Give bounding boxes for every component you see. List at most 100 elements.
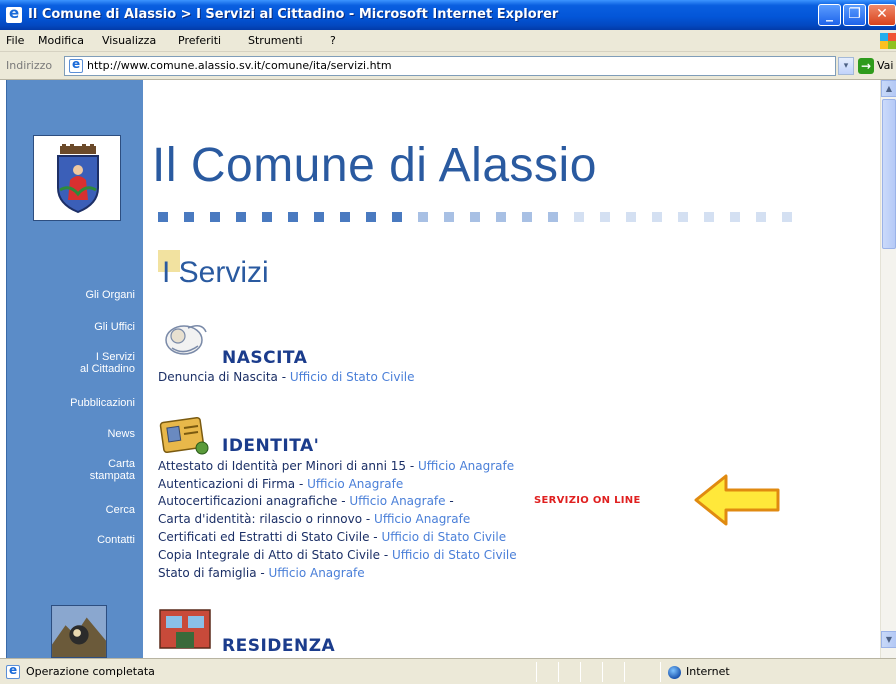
service-attestato-identita[interactable]: Attestato di Identità per Minori di anni… (158, 459, 514, 473)
close-button[interactable]: ✕ (868, 4, 896, 26)
ie-icon (6, 4, 22, 23)
menu-strumenti[interactable]: Strumenti (248, 34, 303, 47)
office-link[interactable]: Ufficio Anagrafe (307, 477, 403, 491)
menu-visualizza[interactable]: Visualizza (102, 34, 156, 47)
baby-icon (165, 325, 207, 355)
decorative-dot (652, 212, 662, 222)
decorative-dot (470, 212, 480, 222)
status-divider (536, 662, 537, 682)
category-identita: IDENTITA' (222, 436, 320, 456)
service-autocertificazioni[interactable]: Autocertificazioni anagrafiche - Ufficio… (158, 494, 454, 508)
status-divider (580, 662, 581, 682)
section-title: I Servizi (162, 256, 269, 289)
service-copia-integrale[interactable]: Copia Integrale di Atto di Stato Civile … (158, 548, 517, 562)
windows-logo-icon (880, 33, 896, 49)
title-bar: Il Comune di Alassio > I Servizi al Citt… (0, 0, 896, 30)
decorative-dot (782, 212, 792, 222)
pointing-arrow-icon (694, 474, 780, 526)
decorative-dot (366, 212, 376, 222)
nav-gli-organi[interactable]: Gli Organi (85, 289, 135, 301)
menu-bar: File Modifica Visualizza Preferiti Strum… (0, 30, 896, 52)
address-url: http://www.comune.alassio.sv.it/comune/i… (87, 59, 392, 72)
decorative-dot (444, 212, 454, 222)
zone-text: Internet (686, 665, 730, 678)
address-label: Indirizzo (6, 59, 53, 72)
crest-logo[interactable] (33, 135, 121, 221)
service-autenticazioni-firma[interactable]: Autenticazioni di Firma - Ufficio Anagra… (158, 477, 403, 491)
decorative-dot (158, 212, 168, 222)
site-title: Il Comune di Alassio (152, 139, 597, 192)
decorative-dots (158, 212, 792, 222)
nav-gli-uffici[interactable]: Gli Uffici (94, 321, 135, 333)
decorative-dot (756, 212, 766, 222)
address-input[interactable]: http://www.comune.alassio.sv.it/comune/i… (64, 56, 836, 76)
scroll-down-icon[interactable]: ▼ (881, 631, 896, 648)
maximize-button[interactable]: ❐ (843, 4, 866, 26)
go-button[interactable]: → Vai (858, 57, 896, 75)
service-stato-famiglia[interactable]: Stato di famiglia - Ufficio Anagrafe (158, 566, 365, 580)
decorative-dot (262, 212, 272, 222)
decorative-dot (730, 212, 740, 222)
service-denuncia-nascita[interactable]: Denuncia di Nascita - Ufficio di Stato C… (158, 370, 415, 384)
status-divider (558, 662, 559, 682)
service-carta-identita[interactable]: Carta d'identità: rilascio o rinnovo - U… (158, 512, 470, 526)
decorative-dot (574, 212, 584, 222)
scroll-thumb[interactable] (882, 99, 896, 249)
decorative-dot (314, 212, 324, 222)
decorative-dot (522, 212, 532, 222)
page-status-icon (6, 663, 20, 679)
decorative-dot (288, 212, 298, 222)
status-text: Operazione completata (26, 665, 155, 678)
nav-cerca[interactable]: Cerca (106, 504, 135, 516)
vertical-scrollbar[interactable]: ▲ ▼ (880, 80, 896, 658)
decorative-dot (236, 212, 246, 222)
menu-preferiti[interactable]: Preferiti (178, 34, 221, 47)
identity-card-icon (159, 417, 209, 455)
nav-carta-stampata[interactable]: Carta stampata (90, 458, 135, 482)
internet-zone-icon (668, 666, 681, 679)
decorative-dot (496, 212, 506, 222)
sidebar-photo[interactable] (51, 605, 107, 658)
browser-window: Il Comune di Alassio > I Servizi al Citt… (0, 0, 896, 684)
decorative-dot (340, 212, 350, 222)
nav-servizi-cittadino[interactable]: I Servizi al Cittadino (80, 351, 135, 375)
nav-news[interactable]: News (107, 428, 135, 440)
office-link[interactable]: Ufficio di Stato Civile (290, 370, 415, 384)
office-link[interactable]: Ufficio Anagrafe (374, 512, 470, 526)
status-divider (602, 662, 603, 682)
menu-modifica[interactable]: Modifica (38, 34, 84, 47)
address-dropdown-icon[interactable]: ▾ (838, 57, 854, 75)
decorative-dot (418, 212, 428, 222)
menu-help[interactable]: ? (330, 34, 336, 47)
coat-of-arms-icon (57, 144, 99, 214)
status-divider (660, 662, 661, 682)
decorative-dot (626, 212, 636, 222)
scroll-up-icon[interactable]: ▲ (881, 80, 896, 97)
online-service-badge[interactable]: SERVIZIO ON LINE (534, 495, 641, 506)
residence-icon (159, 609, 211, 649)
decorative-dot (210, 212, 220, 222)
status-divider (624, 662, 625, 682)
nav-contatti[interactable]: Contatti (97, 534, 135, 546)
service-certificati-estratti[interactable]: Certificati ed Estratti di Stato Civile … (158, 530, 506, 544)
decorative-dot (678, 212, 688, 222)
minimize-button[interactable]: _ (818, 4, 841, 26)
address-bar: Indirizzo http://www.comune.alassio.sv.i… (0, 52, 896, 80)
page-viewport: Gli Organi Gli Uffici I Servizi al Citta… (0, 80, 896, 658)
nav-pubblicazioni[interactable]: Pubblicazioni (70, 397, 135, 409)
office-link[interactable]: Ufficio Anagrafe (269, 566, 365, 580)
decorative-dot (548, 212, 558, 222)
office-link[interactable]: Ufficio Anagrafe (418, 459, 514, 473)
category-nascita: NASCITA (222, 348, 308, 368)
go-label: Vai (877, 59, 894, 72)
decorative-dot (600, 212, 610, 222)
decorative-dot (704, 212, 714, 222)
menu-file[interactable]: File (6, 34, 24, 47)
category-residenza: RESIDENZA (222, 636, 336, 656)
office-link[interactable]: Ufficio Anagrafe (349, 494, 445, 508)
go-arrow-icon: → (858, 58, 874, 74)
office-link[interactable]: Ufficio di Stato Civile (392, 548, 517, 562)
window-title: Il Comune di Alassio > I Servizi al Citt… (28, 7, 559, 22)
office-link[interactable]: Ufficio di Stato Civile (381, 530, 506, 544)
status-bar: Operazione completata Internet (0, 658, 896, 684)
